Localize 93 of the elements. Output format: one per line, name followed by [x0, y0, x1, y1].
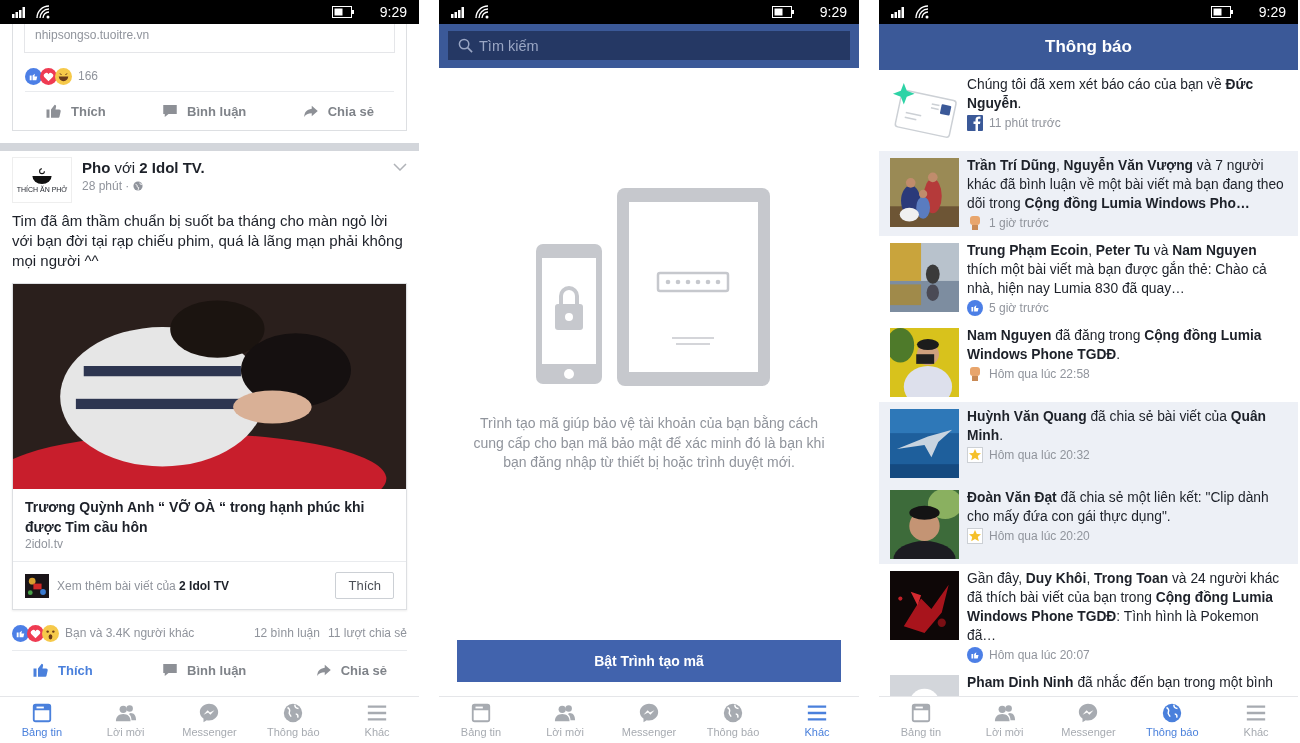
post-text: Tim đã âm thầm chuẩn bị suốt ba tháng cho màn ngỏ lời với bạn đời tại rạp chiếu phim, quá là lãng mạn phải không mọi người ^^: [12, 211, 404, 271]
nav-tab[interactable]: Lời mời: [83, 697, 168, 743]
notification-time: Hôm qua lúc 22:58: [989, 367, 1090, 381]
share-button[interactable]: Chia sẻ: [281, 98, 394, 124]
nav-tab[interactable]: Khác: [775, 697, 859, 743]
signal-icon: [891, 6, 907, 18]
notification-item[interactable]: Chúng tôi đã xem xét báo cáo của bạn về Đức Nguyễn. 11 phút trước: [879, 70, 1298, 151]
nav-tab[interactable]: Messenger: [1046, 697, 1131, 743]
notification-item[interactable]: Gần đây, Duy Khôi, Trong Toan và 24 người khác đã thích bài viết của bạn trong Cộng đồng Lumia Windows Phone TGDĐ: Tình hình là Pokemon đã… Hôm qua lúc 20:07: [879, 564, 1298, 668]
notification-item[interactable]: Trung Phạm Ecoin, Peter Tu và Nam Nguyen thích một bài viết mà bạn được gắn thẻ: Chào cả nhà, hiện nay Lumia 830 đã quay… 5 giờ trước: [879, 236, 1298, 321]
notification-time: 11 phút trước: [989, 116, 1061, 130]
notification-item[interactable]: Trần Trí Dũng, Nguyễn Văn Vượng và 7 người khác đã bình luận về một bài viết mà bạn đang theo dõi trong Cộng đồng Lumia Windows Pho… 1 giờ trước: [879, 151, 1298, 236]
link-title: Trương Quỳnh Anh “ VỠ OÀ “ trong hạnh phúc khi được Tim cầu hôn: [25, 498, 366, 537]
signal-icon: [12, 6, 28, 18]
post-header: Pho với 2 Idol TV.: [82, 159, 206, 176]
notification-item[interactable]: Nam Nguyen đã đăng trong Cộng đồng Lumia Windows Phone TGDĐ. Hôm qua lúc 22:58: [879, 321, 1298, 402]
nav-tab[interactable]: Khác: [1214, 697, 1298, 743]
screen-title: Thông báo: [1045, 37, 1132, 57]
clock-time: 9:29: [1258, 4, 1286, 20]
notification-item[interactable]: Đoàn Văn Đạt đã chia sẻ một liên kết: "Clip dành cho mấy đứa con gái thực dụng". Hôm qua lúc 20:20: [879, 483, 1298, 564]
globe-icon: [1161, 702, 1184, 724]
menu-icon: [806, 702, 828, 724]
newspaper-icon: [30, 702, 53, 724]
nav-tab[interactable]: Thông báo: [691, 697, 775, 743]
reaction-count: 166: [78, 69, 99, 83]
globe-icon: [133, 181, 144, 191]
newspaper-icon: [470, 702, 492, 724]
post-time: 28 phút ·: [82, 179, 130, 193]
notification-text: Trung Phạm Ecoin, Peter Tu và Nam Nguyen thích một bài viết mà bạn được gắn thẻ: Chào cả nhà, hiện nay Lumia 830 đã quay…: [967, 242, 1268, 298]
menu-icon: [1245, 702, 1268, 724]
notification-time: 1 giờ trước: [989, 216, 1049, 230]
chat-bubble-icon: [638, 702, 660, 724]
notification-text: Pham Dinh Ninh đã nhắc đến bạn trong một bình: [967, 673, 1274, 692]
nav-tab[interactable]: Lời mời: [523, 697, 607, 743]
enable-button[interactable]: Bật Trình tạo mã: [457, 640, 841, 682]
comment-count[interactable]: 12 bình luận: [253, 626, 320, 640]
people-icon: [993, 702, 1016, 724]
description-text: Trình tạo mã giúp bảo vệ tài khoản của bạn bằng cách cung cấp cho bạn mã bảo mật để xác minh đó là bạn khi bạn đăng nhập từ thiết bị hoặc trình duyệt mới.: [472, 414, 826, 472]
signal-icon: [451, 6, 467, 18]
nav-tab[interactable]: Thông báo: [1130, 697, 1215, 743]
notification-text: Nam Nguyen đã đăng trong Cộng đồng Lumia Windows Phone TGDĐ.: [967, 327, 1263, 364]
notification-text: Gần đây, Duy Khôi, Trong Toan và 24 người khác đã thích bài viết của bạn trong Cộng đồng Lumia Windows Phone TGDĐ: Tình hình là Pokemon đã…: [967, 570, 1281, 645]
clock-time: 9:29: [819, 4, 847, 20]
nav-tab[interactable]: Bảng tin: [439, 697, 523, 743]
share-count[interactable]: 11 lượt chia sẻ: [327, 626, 407, 640]
comment-button[interactable]: Bình luận: [141, 657, 267, 683]
people-icon: [114, 702, 137, 724]
reaction-summary[interactable]: Bạn và 3.4K người khác: [65, 626, 195, 640]
notification-text: Trần Trí Dũng, Nguyễn Văn Vượng và 7 người khác đã bình luận về một bài viết mà bạn đang theo dõi trong Cộng đồng Lumia Windows Pho…: [967, 156, 1285, 213]
thumbs-up-icon: [45, 102, 63, 120]
comment-button[interactable]: Bình luận: [141, 98, 267, 124]
chat-bubble-icon: [1077, 702, 1100, 724]
notification-item[interactable]: Huỳnh Văn Quang đã chia sẻ bài viết của Quân Minh. Hôm qua lúc 20:32: [879, 402, 1298, 483]
clock-time: 9:29: [379, 4, 407, 20]
nav-tab[interactable]: Lời mời: [962, 697, 1047, 743]
share-button[interactable]: Chia sẻ: [294, 657, 407, 683]
globe-icon: [282, 702, 305, 724]
chevron-down-icon[interactable]: [393, 163, 407, 171]
like-button[interactable]: Thích: [12, 657, 113, 683]
thumbs-up-icon: [32, 661, 50, 679]
nav-tab[interactable]: Messenger: [167, 697, 252, 743]
nav-tab[interactable]: Bảng tin: [0, 697, 84, 743]
bowl-icon: [30, 166, 54, 185]
link-preview[interactable]: Trương Quỳnh Anh “ VỠ OÀ “ trong hạnh phúc khi được Tim cầu hôn 2idol.tv: [13, 489, 406, 562]
nav-tab[interactable]: Khác: [335, 697, 419, 743]
like-page-button[interactable]: Thích: [335, 572, 394, 599]
link-preview[interactable]: nhipsongso.tuoitre.vn: [24, 24, 395, 53]
notification-text: Đoàn Văn Đạt đã chia sẻ một liên kết: "Clip dành cho mấy đứa con gái thực dụng".: [967, 489, 1270, 526]
notification-time: 5 giờ trước: [989, 301, 1049, 315]
nav-tab[interactable]: Thông báo: [251, 697, 336, 743]
link-domain: nhipsongso.tuoitre.vn: [35, 28, 151, 42]
wifi-icon: [475, 5, 489, 19]
wifi-icon: [915, 5, 929, 19]
notification-time: Hôm qua lúc 20:32: [989, 448, 1090, 462]
notification-time: Hôm qua lúc 20:07: [989, 648, 1090, 662]
chat-bubble-icon: [198, 702, 221, 724]
newspaper-icon: [909, 702, 932, 724]
notification-time: Hôm qua lúc 20:20: [989, 529, 1090, 543]
battery-icon: [1210, 6, 1233, 18]
notification-text: Huỳnh Văn Quang đã chia sẻ bài viết của Quân Minh.: [967, 408, 1268, 445]
like-button[interactable]: Thích: [25, 98, 126, 124]
nav-tab[interactable]: Bảng tin: [879, 697, 963, 743]
link-domain: 2idol.tv: [25, 537, 65, 551]
search-field[interactable]: Tìm kiếm: [448, 31, 850, 60]
battery-icon: [331, 6, 354, 18]
page-promo-text: Xem thêm bài viết của 2 Idol TV: [57, 578, 231, 593]
wifi-icon: [36, 5, 50, 19]
notification-text: Chúng tôi đã xem xét báo cáo của bạn về Đức Nguyễn.: [967, 76, 1255, 113]
people-icon: [554, 702, 576, 724]
battery-icon: [771, 6, 794, 18]
globe-icon: [722, 702, 744, 724]
menu-icon: [366, 702, 389, 724]
nav-tab[interactable]: Messenger: [607, 697, 691, 743]
